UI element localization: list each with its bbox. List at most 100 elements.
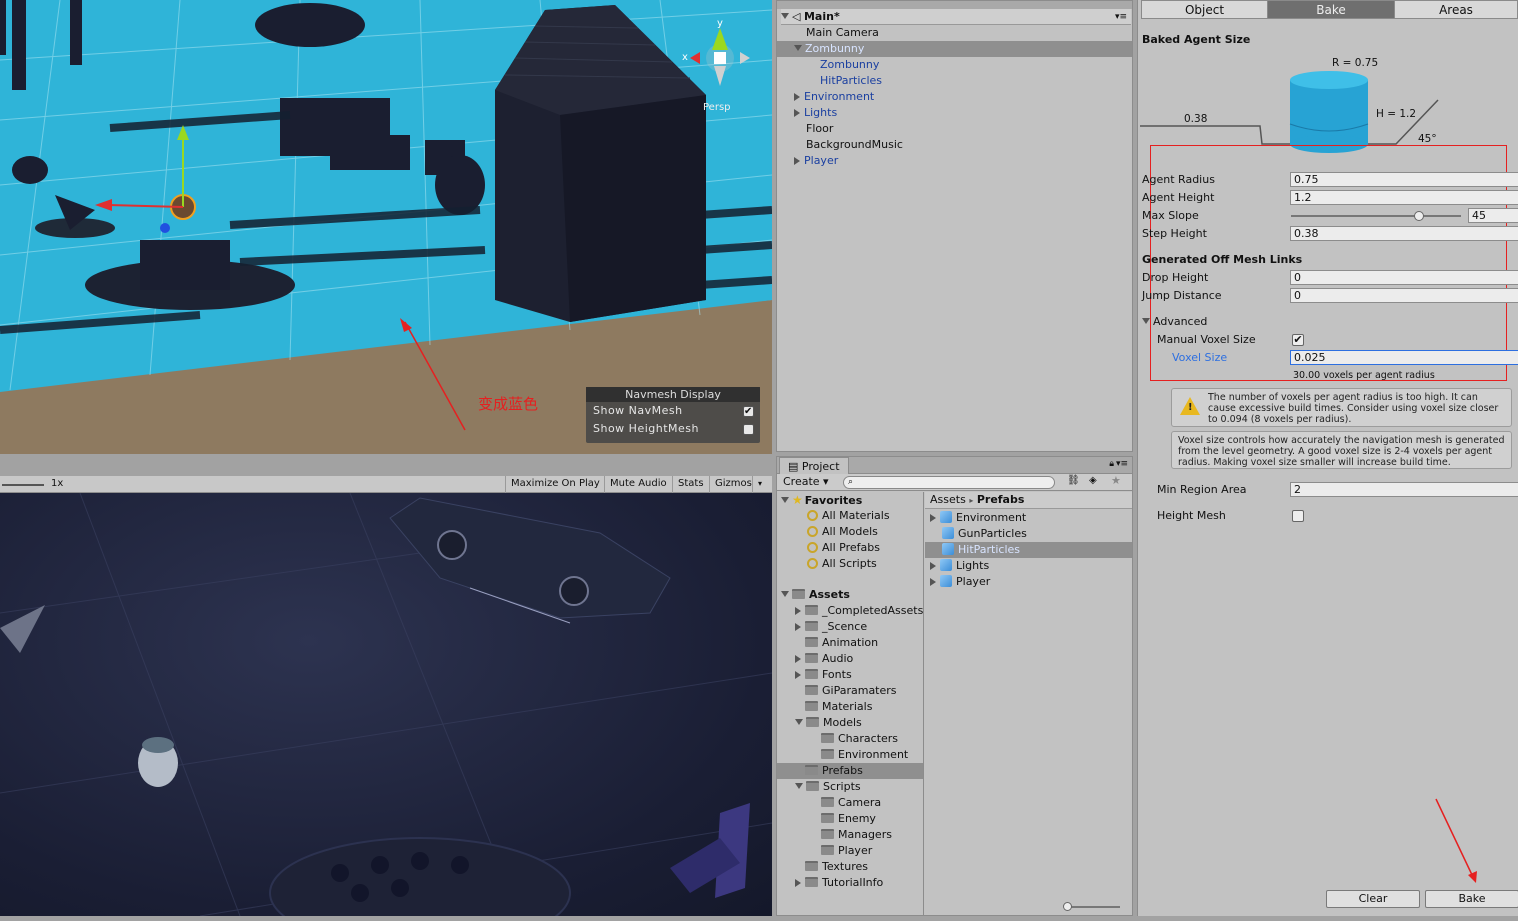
- fav-all-prefabs[interactable]: All Prefabs: [807, 540, 880, 556]
- stats-button[interactable]: Stats: [672, 476, 709, 493]
- folder-camera[interactable]: Camera: [821, 795, 881, 811]
- folder-icon: [805, 685, 818, 695]
- filter-type-icon[interactable]: ⛓: [1067, 475, 1080, 486]
- breadcrumb-assets[interactable]: Assets: [930, 493, 966, 506]
- scene-view[interactable]: y x Persp 变成蓝色 Navmesh Display Show NavM…: [0, 0, 772, 454]
- prefab-gunparticles[interactable]: GunParticles: [942, 526, 1027, 542]
- show-heightmesh-label: Show HeightMesh: [593, 422, 700, 435]
- prefab-lights[interactable]: Lights: [930, 558, 989, 574]
- step-height-field[interactable]: 0.38: [1290, 226, 1518, 241]
- folder-characters[interactable]: Characters: [821, 731, 898, 747]
- jump-distance-label: Jump Distance: [1142, 289, 1222, 302]
- game-view[interactable]: [0, 493, 772, 916]
- gizmos-button[interactable]: Gizmos: [709, 476, 757, 493]
- tab-bake[interactable]: Bake: [1267, 0, 1395, 19]
- show-heightmesh-checkbox[interactable]: [743, 424, 754, 435]
- fav-all-materials[interactable]: All Materials: [807, 508, 890, 524]
- fav-all-scripts[interactable]: All Scripts: [807, 556, 877, 572]
- star-icon: ★: [792, 493, 803, 507]
- folder-models[interactable]: Models: [795, 715, 862, 731]
- folder-environment[interactable]: Environment: [821, 747, 908, 763]
- favorite-star-icon[interactable]: ★: [1111, 474, 1121, 487]
- show-heightmesh-row[interactable]: Show HeightMesh: [586, 420, 760, 438]
- project-panel: ▤ Project 🔒︎ ▾≡ Create ▾ ⌕ ⛓ ◈ ★ ★ Favori…: [776, 456, 1133, 916]
- prefab-environment[interactable]: Environment: [930, 510, 1026, 526]
- filter-label-icon[interactable]: ◈: [1089, 475, 1097, 486]
- max-slope-slider-handle[interactable]: [1413, 211, 1424, 221]
- folder-giparamaters[interactable]: GiParamaters: [805, 683, 897, 699]
- show-navmesh-checkbox[interactable]: ✔: [743, 406, 754, 417]
- agent-radius-field[interactable]: 0.75: [1290, 172, 1518, 187]
- show-navmesh-row[interactable]: Show NavMesh ✔: [586, 402, 760, 420]
- drop-height-field[interactable]: 0: [1290, 270, 1518, 285]
- game-canvas: [0, 493, 772, 916]
- folder-icon: [805, 861, 818, 871]
- hierarchy-item-lights[interactable]: Lights: [794, 105, 837, 121]
- hierarchy-item-zombunny-child[interactable]: Zombunny: [820, 57, 879, 73]
- panel-menu-icon[interactable]: ▾≡: [1116, 459, 1128, 469]
- favorites-header[interactable]: ★ Favorites: [781, 492, 862, 508]
- lock-icon[interactable]: 🔒︎: [1109, 459, 1114, 469]
- icon-size-slider[interactable]: [1065, 906, 1120, 908]
- folder-materials[interactable]: Materials: [805, 699, 872, 715]
- hierarchy-item-player[interactable]: Player: [794, 153, 838, 169]
- gizmos-dropdown-icon[interactable]: ▾: [752, 476, 767, 493]
- height-mesh-checkbox[interactable]: [1292, 510, 1304, 522]
- max-slope-slider[interactable]: [1291, 215, 1461, 217]
- folder-enemy[interactable]: Enemy: [821, 811, 876, 827]
- folder-textures[interactable]: Textures: [805, 859, 868, 875]
- folder-tutorialinfo[interactable]: TutorialInfo: [795, 875, 883, 891]
- folder-fonts[interactable]: Fonts: [795, 667, 852, 683]
- folder-scripts[interactable]: Scripts: [795, 779, 861, 795]
- hierarchy-item-floor[interactable]: Floor: [806, 121, 833, 137]
- folder-audio[interactable]: Audio: [795, 651, 853, 667]
- tab-project[interactable]: ▤ Project: [779, 457, 849, 474]
- scale-slider[interactable]: [2, 484, 44, 486]
- clear-button[interactable]: Clear: [1326, 890, 1420, 908]
- jump-distance-field[interactable]: 0: [1290, 288, 1518, 303]
- prefab-hitparticles[interactable]: HitParticles: [925, 542, 1132, 558]
- folder-prefabs[interactable]: Prefabs: [777, 763, 923, 779]
- hierarchy-item-main-camera[interactable]: Main Camera: [806, 25, 879, 41]
- diagram-radius: R = 0.75: [1332, 57, 1378, 69]
- mute-audio-button[interactable]: Mute Audio: [604, 476, 672, 493]
- show-navmesh-label: Show NavMesh: [593, 404, 683, 417]
- scene-root-row[interactable]: ◁ Main* ▾≡: [781, 9, 1131, 25]
- folder-scence[interactable]: _Scence: [795, 619, 867, 635]
- min-region-area-field[interactable]: 2: [1290, 482, 1518, 497]
- bake-button[interactable]: Bake: [1425, 890, 1518, 908]
- height-mesh-label: Height Mesh: [1157, 509, 1226, 522]
- folder-player[interactable]: Player: [821, 843, 872, 859]
- voxel-size-field[interactable]: 0.025: [1290, 350, 1518, 365]
- prefab-cube-icon: [942, 527, 954, 539]
- diagram-step: 0.38: [1184, 113, 1207, 125]
- prefab-player[interactable]: Player: [930, 574, 990, 590]
- voxel-info-text: Voxel size controls how accurately the n…: [1178, 435, 1505, 468]
- step-height-label: Step Height: [1142, 227, 1207, 240]
- agent-height-field[interactable]: 1.2: [1290, 190, 1518, 205]
- tab-areas[interactable]: Areas: [1394, 0, 1518, 19]
- fav-all-models[interactable]: All Models: [807, 524, 878, 540]
- project-search-input[interactable]: ⌕: [843, 476, 1055, 489]
- advanced-foldout[interactable]: Advanced: [1142, 314, 1207, 330]
- maximize-on-play-button[interactable]: Maximize On Play: [505, 476, 605, 493]
- persp-label[interactable]: Persp: [703, 102, 731, 113]
- hierarchy-item-environment[interactable]: Environment: [794, 89, 874, 105]
- assets-header[interactable]: Assets: [781, 587, 850, 603]
- search-icon: [807, 526, 818, 537]
- breadcrumb-prefabs[interactable]: Prefabs: [977, 493, 1025, 506]
- hierarchy-item-hitparticles[interactable]: HitParticles: [820, 73, 882, 89]
- max-slope-field[interactable]: 45: [1468, 208, 1518, 223]
- folder-managers[interactable]: Managers: [821, 827, 892, 843]
- icon-size-slider-handle[interactable]: [1063, 902, 1072, 911]
- scene-menu-icon[interactable]: ▾≡: [1115, 9, 1127, 25]
- hierarchy-item-backgroundmusic[interactable]: BackgroundMusic: [806, 137, 903, 153]
- prefab-cube-icon: [942, 543, 954, 555]
- manual-voxel-size-checkbox[interactable]: ✔: [1292, 334, 1304, 346]
- tab-object[interactable]: Object: [1141, 0, 1268, 19]
- voxel-warning-box: ! The number of voxels per agent radius …: [1171, 388, 1512, 427]
- create-button[interactable]: Create ▾: [783, 474, 829, 490]
- hierarchy-item-zombunny[interactable]: Zombunny: [777, 41, 1132, 57]
- folder-completed-assets[interactable]: _CompletedAssets: [795, 603, 923, 619]
- folder-animation[interactable]: Animation: [805, 635, 878, 651]
